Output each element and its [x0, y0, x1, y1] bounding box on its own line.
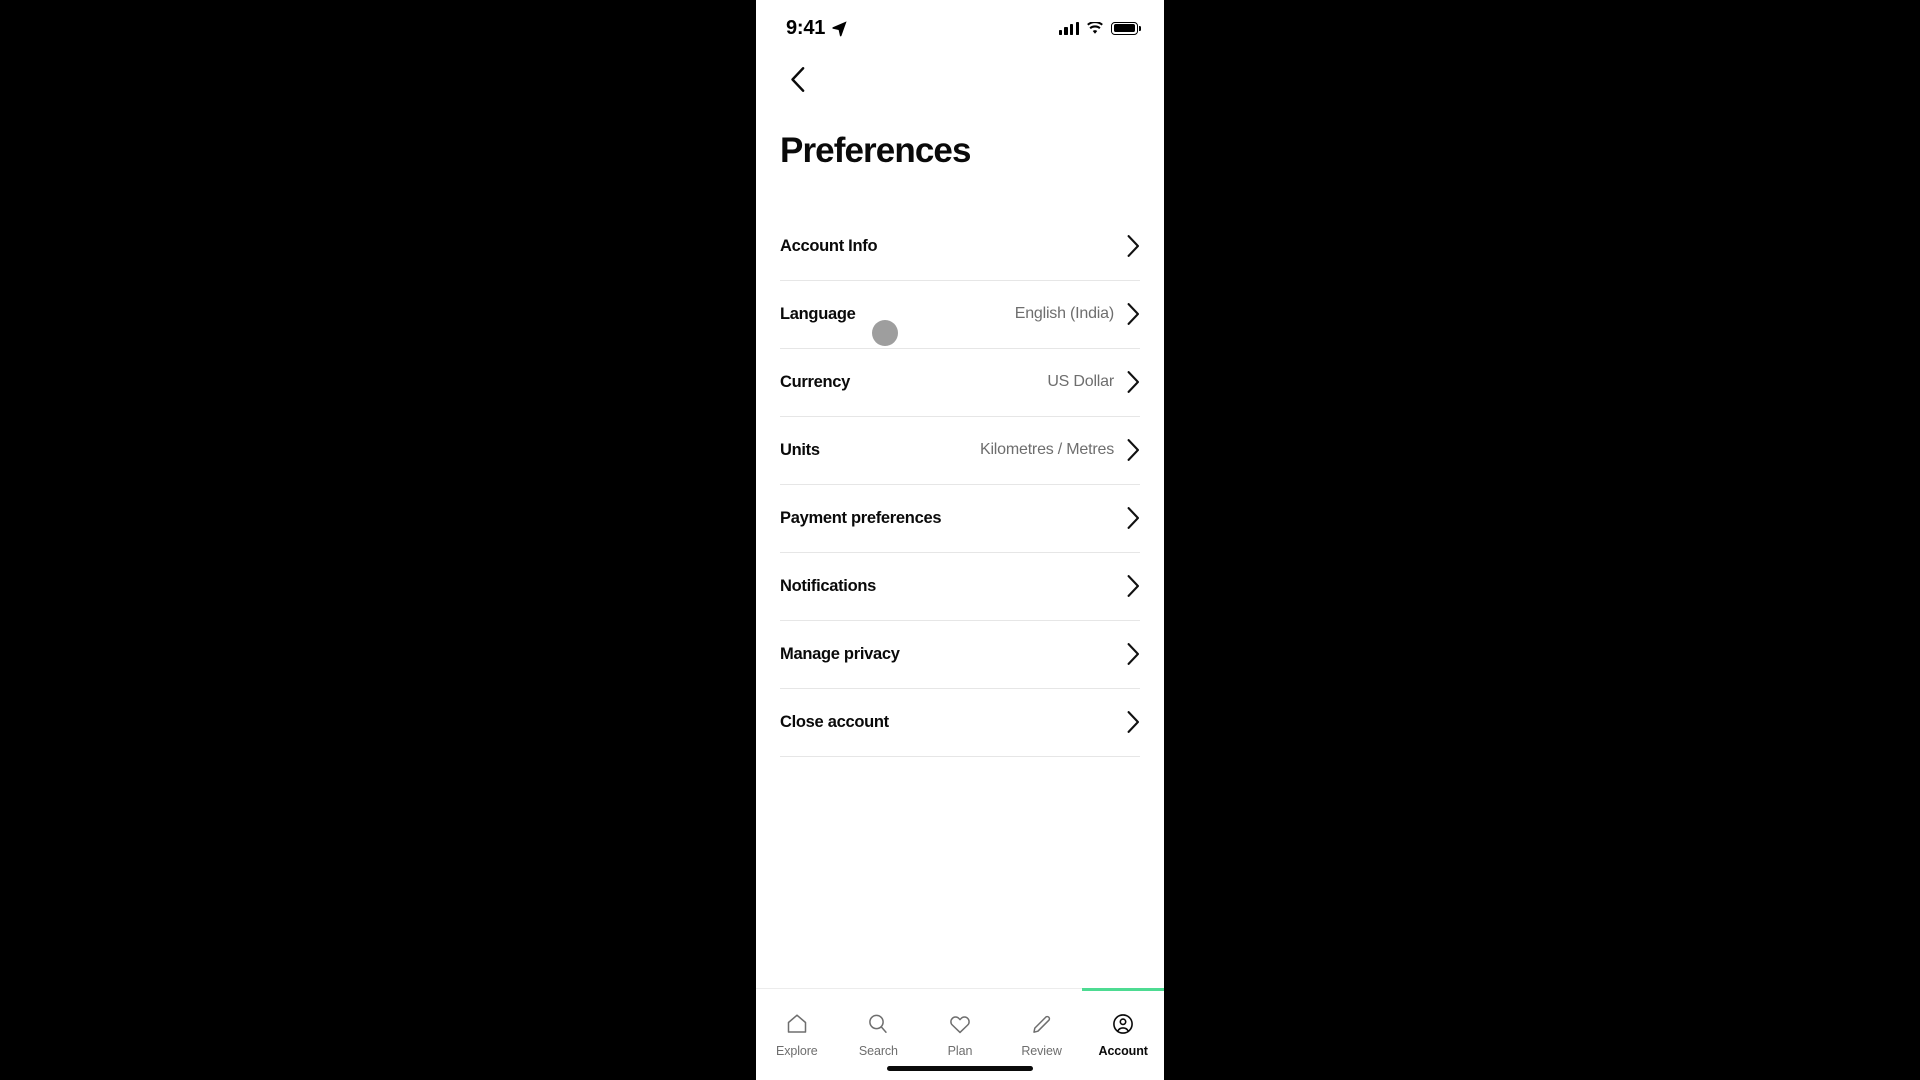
cellular-signal-icon: [1058, 21, 1079, 35]
home-icon: [787, 1014, 807, 1033]
tab-account[interactable]: Account: [1082, 988, 1164, 1065]
chevron-right-icon: [1127, 575, 1139, 597]
tab-label: Plan: [947, 1044, 973, 1058]
row-right: Kilometres / Metres: [980, 439, 1140, 461]
row-right: English (India): [1015, 303, 1140, 325]
chevron-right-icon: [1127, 643, 1139, 665]
search-icon: [869, 1014, 888, 1033]
chevron-right-icon: [1127, 371, 1139, 393]
tab-review[interactable]: Review: [1001, 989, 1083, 1065]
row-label: Notifications: [780, 576, 877, 595]
active-tab-indicator: [838, 988, 920, 991]
list-row-payment-preferences[interactable]: Payment preferences: [780, 485, 1140, 553]
row-right: [1126, 507, 1140, 529]
chevron-right-icon: [1127, 303, 1139, 325]
chevron-right-icon: [1127, 439, 1139, 461]
active-tab-indicator: [919, 988, 1001, 991]
row-value: Kilometres / Metres: [979, 441, 1114, 458]
pencil-icon: [1032, 1015, 1050, 1033]
tab-icon: [866, 1011, 890, 1037]
active-tab-indicator: [756, 988, 838, 991]
status-bar-right: [1058, 21, 1141, 35]
row-right: US Dollar: [1047, 371, 1140, 393]
row-label: Manage privacy: [780, 644, 900, 663]
list-row-account-info[interactable]: Account Info: [780, 213, 1140, 281]
tab-icon: [1111, 1011, 1135, 1037]
row-right: [1126, 643, 1140, 665]
person-circle-icon: [1113, 1014, 1134, 1034]
tab-explore[interactable]: Explore: [756, 989, 838, 1065]
chevron-right-icon: [1127, 711, 1139, 733]
wifi-icon: [1087, 21, 1103, 34]
phone-screen: 9:41 Preferences Account Info Language E…: [756, 0, 1164, 1080]
tab-plan[interactable]: Plan: [919, 989, 1001, 1065]
status-bar: 9:41: [756, 0, 1164, 56]
tab-icon: [948, 1011, 972, 1037]
row-label: Account Info: [780, 236, 878, 255]
tab-label: Account: [1098, 1044, 1148, 1058]
list-row-language[interactable]: Language English (India): [780, 281, 1140, 349]
active-tab-indicator: [1001, 988, 1083, 991]
list-row-close-account[interactable]: Close account: [780, 689, 1140, 757]
chevron-right-icon: [1127, 507, 1139, 529]
tab-search[interactable]: Search: [838, 989, 920, 1065]
row-label: Currency: [780, 372, 851, 391]
battery-full-icon: [1111, 21, 1141, 35]
tab-icon: [785, 1011, 809, 1037]
touch-indicator: [872, 320, 898, 346]
back-button[interactable]: [780, 62, 814, 96]
page-title: Preferences: [780, 131, 971, 170]
nav-bar: [756, 56, 1164, 102]
row-right: [1126, 575, 1140, 597]
tab-label: Explore: [775, 1044, 818, 1058]
list-row-notifications[interactable]: Notifications: [780, 553, 1140, 621]
status-bar-left: 9:41: [786, 18, 848, 38]
location-arrow-icon: [832, 20, 847, 36]
row-label: Units: [780, 440, 820, 459]
active-tab-indicator: [1082, 988, 1164, 991]
list-row-manage-privacy[interactable]: Manage privacy: [780, 621, 1140, 689]
preferences-list: Account Info Language English (India) Curre…: [756, 213, 1164, 757]
tab-label: Search: [858, 1044, 898, 1058]
list-row-units[interactable]: Units Kilometres / Metres: [780, 417, 1140, 485]
row-right: [1126, 235, 1140, 257]
heart-icon: [950, 1016, 970, 1034]
row-value: English (India): [1014, 305, 1114, 322]
status-time: 9:41: [786, 17, 826, 39]
row-label: Close account: [780, 712, 889, 731]
chevron-left-icon: [790, 66, 804, 92]
home-indicator: [887, 1066, 1033, 1071]
row-label: Payment preferences: [780, 508, 942, 527]
row-value: US Dollar: [1047, 373, 1114, 390]
list-row-currency[interactable]: Currency US Dollar: [780, 349, 1140, 417]
row-right: [1126, 711, 1140, 733]
chevron-right-icon: [1127, 235, 1139, 257]
tab-icon: [1030, 1011, 1054, 1037]
tab-label: Review: [1021, 1044, 1062, 1058]
row-label: Language: [780, 304, 856, 323]
